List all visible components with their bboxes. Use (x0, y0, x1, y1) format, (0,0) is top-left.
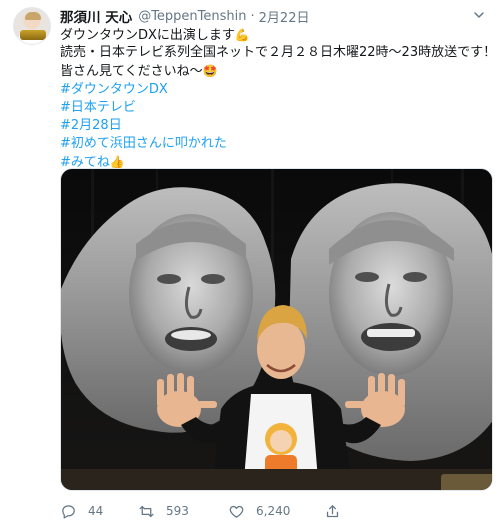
hashtag-line: #日本テレビ (60, 99, 490, 117)
tweet-text: ダウンタウンDXに出演します💪 読売・日本テレビ系列全国ネットで２月２８日木曜2… (60, 26, 496, 172)
hashtag-link[interactable]: #ダウンタウンDX (60, 82, 168, 97)
tweet-date[interactable]: 2月22日 (259, 7, 310, 26)
avatar-belt (20, 30, 46, 40)
hashtag-line: #ダウンタウンDX (60, 81, 490, 99)
retweet-count: 593 (166, 504, 189, 518)
like-button[interactable]: 6,240 (228, 503, 324, 520)
photo-illustration (61, 169, 492, 490)
retweet-button[interactable]: 593 (138, 503, 228, 520)
tweet-line-text: 皆さん見てくださいね〜 (60, 64, 203, 80)
like-count: 6,240 (256, 504, 291, 518)
separator-dot: · (250, 8, 255, 24)
tweet-line-text: 読売・日本テレビ系列全国ネットで２月２８日木曜22時〜23時放送です！ (60, 45, 497, 61)
reply-count: 44 (88, 504, 104, 518)
share-button[interactable] (324, 503, 402, 520)
tweet-line: 皆さん見てくださいね〜🤩 (60, 62, 490, 80)
author-handle[interactable]: @TeppenTenshin (138, 9, 246, 24)
flexed-biceps-emoji: 💪 (234, 28, 250, 42)
author-name[interactable]: 那須川 天心 (60, 6, 132, 26)
hashtag-link[interactable]: #初めて浜田さんに叩かれた (60, 136, 227, 151)
tweet-line-text: ダウンタウンDXに出演します (60, 28, 235, 43)
hashtag-link[interactable]: #2月28日 (60, 118, 122, 133)
chevron-down-icon[interactable] (472, 8, 486, 22)
reply-icon (62, 504, 75, 519)
reply-button[interactable]: 44 (60, 503, 138, 520)
tweet: 那須川 天心 @TeppenTenshin · 2月22日 ダウンタウンDXに出… (0, 0, 500, 527)
heart-icon (229, 505, 244, 518)
hashtag-line: #初めて浜田さんに叩かれた (60, 135, 490, 153)
hashtag-link[interactable]: #日本テレビ (60, 100, 136, 115)
tweet-photo[interactable] (60, 168, 493, 491)
hashtag-line: #2月28日 (60, 117, 490, 135)
avatar-hair (25, 12, 41, 20)
retweet-icon (139, 505, 154, 517)
share-icon (326, 504, 339, 517)
tweet-actions: 44 593 6,240 (60, 500, 490, 522)
tweet-line: 読売・日本テレビ系列全国ネットで２月２８日木曜22時〜23時放送です！ (60, 44, 496, 62)
tweet-header: 那須川 天心 @TeppenTenshin · 2月22日 (60, 6, 310, 27)
avatar[interactable] (13, 7, 51, 45)
tweet-line: ダウンタウンDXに出演します💪 (60, 26, 490, 44)
star-struck-emoji: 🤩 (202, 64, 218, 79)
